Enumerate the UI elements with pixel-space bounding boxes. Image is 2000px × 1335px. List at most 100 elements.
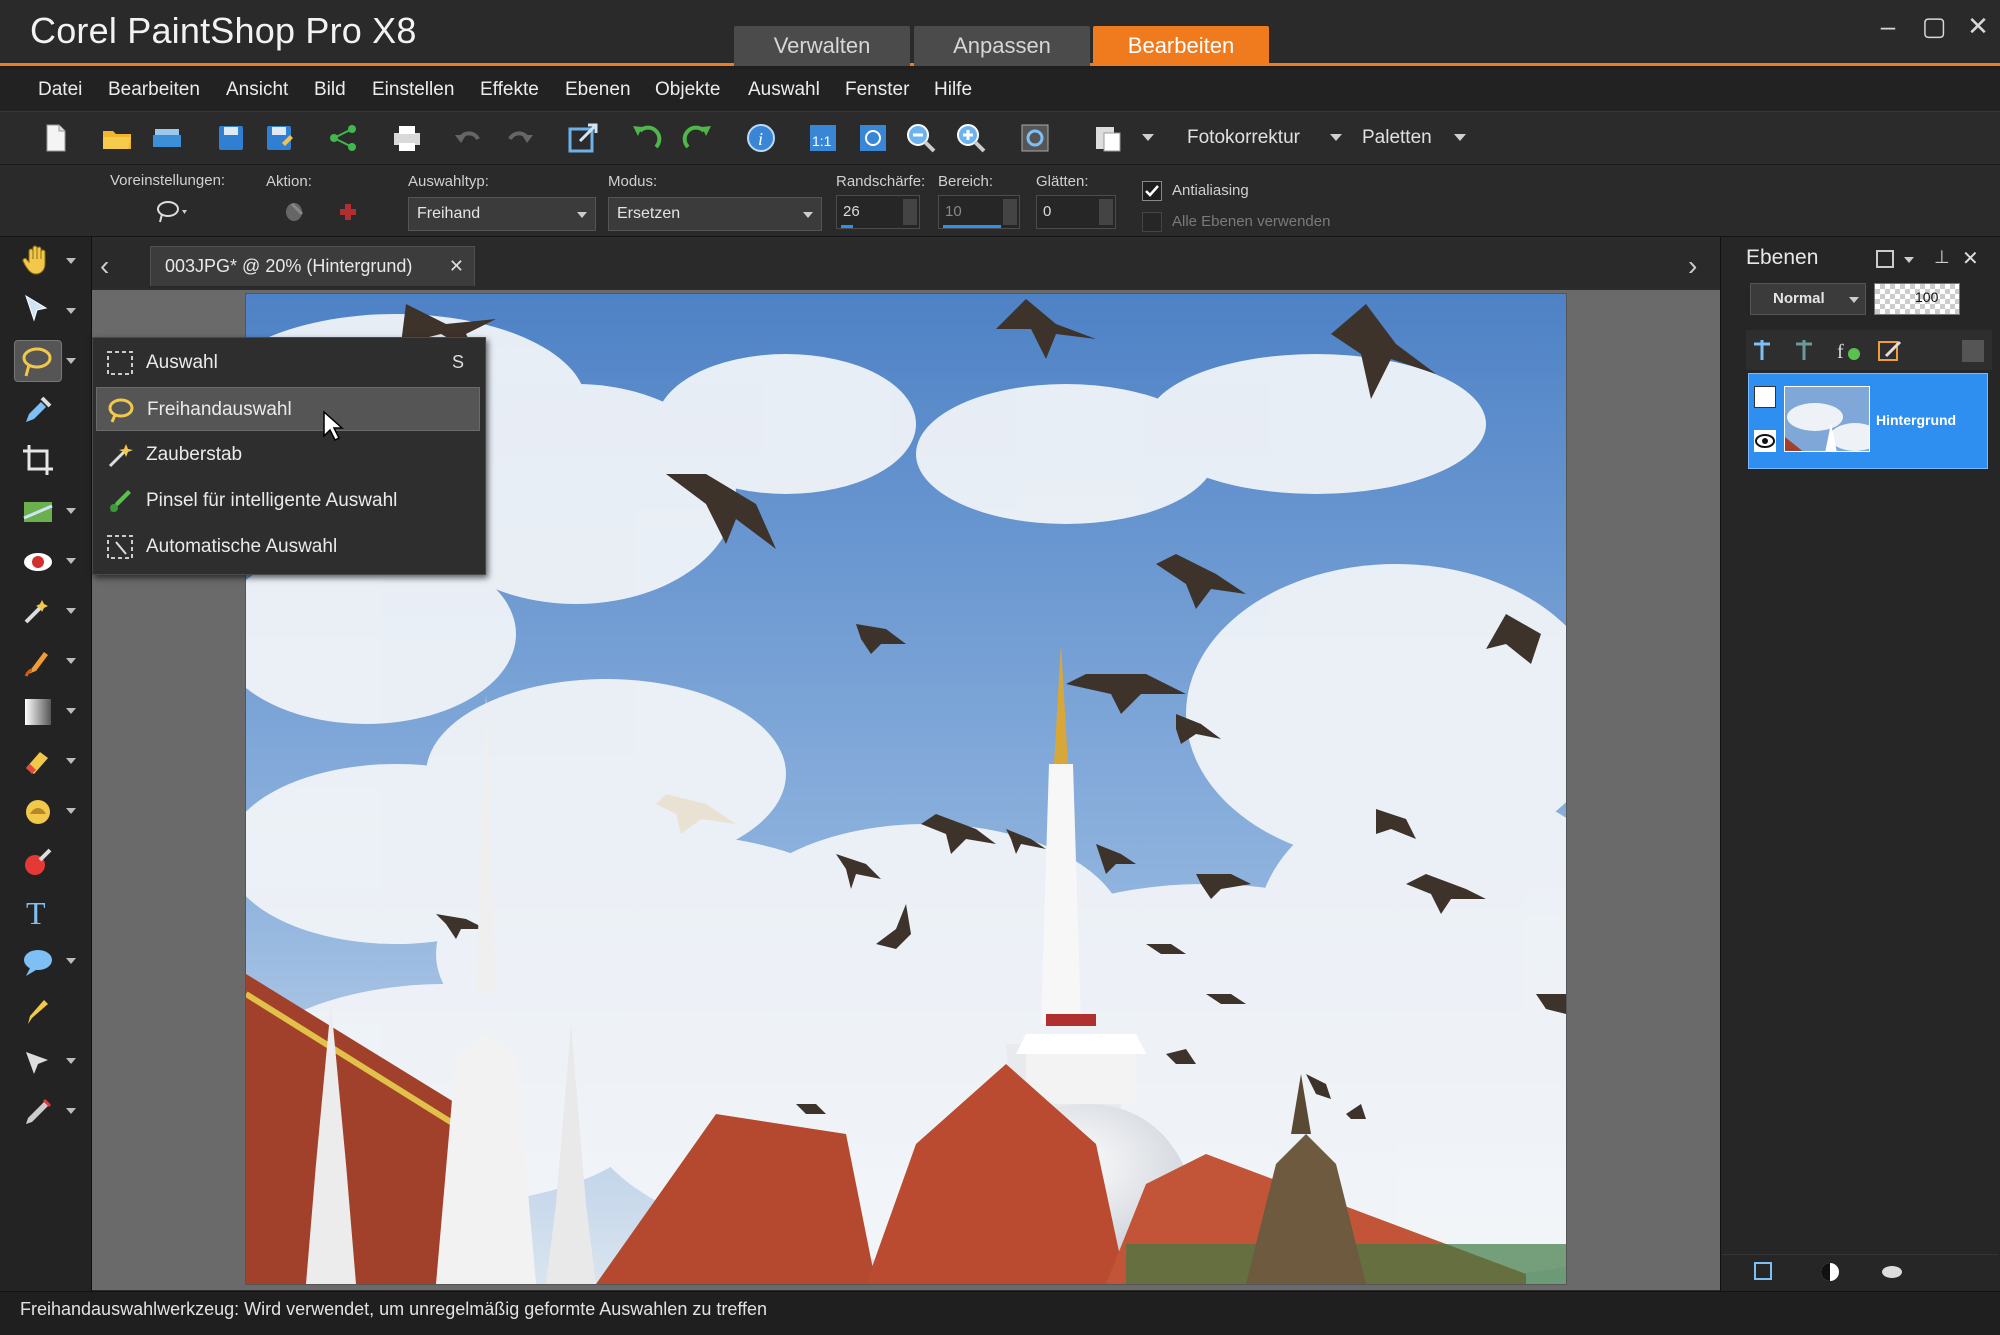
menu-ansicht[interactable]: Ansicht [226, 79, 288, 101]
menu-ebenen[interactable]: Ebenen [565, 79, 631, 101]
close-document-icon[interactable]: ✕ [449, 247, 464, 285]
menu-fenster[interactable]: Fenster [845, 79, 909, 101]
selection-tool-dropdown-icon[interactable] [66, 358, 76, 364]
gradient-tool-dropdown-icon[interactable] [66, 708, 76, 714]
all-layers-checkbox[interactable] [1142, 212, 1162, 232]
mode-dropdown[interactable]: Ersetzen [608, 197, 822, 231]
info-icon[interactable]: i [744, 121, 778, 155]
convert-to-selection-icon[interactable] [282, 198, 310, 226]
crop-tool-icon[interactable] [20, 442, 56, 478]
paste-icon[interactable] [1090, 121, 1124, 155]
print-icon[interactable] [390, 121, 424, 155]
link-layer-icon[interactable] [1880, 1260, 1904, 1284]
warp-brush-tool-icon[interactable] [20, 1044, 56, 1080]
makeover-tool-dropdown-icon[interactable] [66, 608, 76, 614]
menu-objekte[interactable]: Objekte [655, 79, 720, 101]
close-window-button[interactable]: ✕ [1958, 8, 1998, 44]
warp-brush-tool-dropdown-icon[interactable] [66, 1058, 76, 1064]
rotate-left-icon[interactable] [630, 121, 664, 155]
next-document-button[interactable]: › [1688, 250, 1697, 282]
flyout-item-zauberstab[interactable]: Zauberstab [96, 433, 480, 477]
resize-icon[interactable] [566, 121, 600, 155]
pick-tool-dropdown-icon[interactable] [66, 308, 76, 314]
layers-toolbar-more-icon[interactable] [1962, 340, 1984, 362]
pan-tool-dropdown-icon[interactable] [66, 258, 76, 264]
layer-properties-icon[interactable] [1876, 336, 1904, 364]
new-vector-layer-icon[interactable] [1790, 336, 1818, 364]
new-raster-layer-icon[interactable] [1748, 336, 1776, 364]
pan-tool-icon[interactable] [20, 242, 56, 278]
close-panel-icon[interactable]: ✕ [1962, 246, 1979, 271]
fit-window-icon[interactable] [856, 121, 890, 155]
feather-spinner-icon[interactable] [903, 199, 917, 225]
freehand-selection-tool-icon[interactable] [14, 340, 62, 382]
paint-brush-tool-icon[interactable] [20, 644, 56, 680]
previous-document-button[interactable]: ‹ [100, 250, 109, 282]
pick-tool-icon[interactable] [20, 292, 56, 328]
fill-tool-icon[interactable] [20, 794, 56, 830]
gradient-tool-icon[interactable] [20, 694, 56, 730]
menu-hilfe[interactable]: Hilfe [934, 79, 972, 101]
menu-auswahl[interactable]: Auswahl [748, 79, 820, 101]
new-file-icon[interactable] [38, 121, 72, 155]
redo-icon[interactable] [502, 121, 536, 155]
range-spinner-icon[interactable] [1003, 199, 1017, 225]
menu-bearbeiten[interactable]: Bearbeiten [108, 79, 200, 101]
tab-bearbeiten[interactable]: Bearbeiten [1093, 26, 1269, 66]
tab-verwalten[interactable]: Verwalten [734, 26, 910, 66]
overview-icon[interactable] [1018, 121, 1052, 155]
save-icon[interactable] [214, 121, 248, 155]
red-eye-tool-dropdown-icon[interactable] [66, 558, 76, 564]
antialias-checkbox[interactable] [1142, 181, 1162, 201]
pen-tool-icon[interactable] [20, 994, 56, 1030]
minimize-button[interactable]: – [1868, 8, 1908, 44]
flyout-item-smart-brush[interactable]: Pinsel für intelligente Auswahl [96, 479, 480, 523]
fill-tool-dropdown-icon[interactable] [66, 808, 76, 814]
clone-brush-tool-dropdown-icon[interactable] [66, 1108, 76, 1114]
eraser-tool-dropdown-icon[interactable] [66, 758, 76, 764]
menu-datei[interactable]: Datei [38, 79, 82, 101]
red-eye-tool-icon[interactable] [20, 544, 56, 580]
maximize-button[interactable]: ▢ [1914, 8, 1954, 44]
eraser-tool-icon[interactable] [20, 744, 56, 780]
menu-einstellen[interactable]: Einstellen [372, 79, 454, 101]
adjustment-layer-icon[interactable]: f [1834, 336, 1862, 364]
color-changer-tool-icon[interactable] [20, 844, 56, 880]
paint-brush-tool-dropdown-icon[interactable] [66, 658, 76, 664]
shape-tool-dropdown-icon[interactable] [66, 958, 76, 964]
pin-icon[interactable]: ⊥ [1934, 247, 1950, 268]
smooth-spinner-icon[interactable] [1099, 199, 1113, 225]
document-tab[interactable]: 003JPG* @ 20% (Hintergrund) ✕ [150, 246, 475, 286]
mask-contrast-icon[interactable] [1818, 1260, 1842, 1284]
straighten-tool-dropdown-icon[interactable] [66, 508, 76, 514]
menu-bild[interactable]: Bild [314, 79, 346, 101]
cancel-action-icon[interactable] [334, 198, 362, 226]
panel-menu-icon[interactable] [1904, 257, 1914, 263]
dropper-tool-icon[interactable] [20, 392, 56, 428]
flyout-item-auto-selection[interactable]: Automatische Auswahl [96, 525, 480, 569]
paste-dropdown-icon[interactable] [1142, 134, 1154, 141]
paletten-menu[interactable]: Paletten [1362, 127, 1432, 149]
open-folder-icon[interactable] [100, 121, 134, 155]
clone-brush-tool-icon[interactable] [20, 1094, 56, 1130]
presets-lasso-icon[interactable] [154, 198, 194, 228]
flyout-item-auswahl[interactable]: Auswahl S [96, 341, 480, 385]
eye-icon[interactable] [1754, 430, 1776, 452]
straighten-tool-icon[interactable] [20, 494, 56, 530]
share-icon[interactable] [326, 121, 360, 155]
menu-effekte[interactable]: Effekte [480, 79, 539, 101]
shape-tool-icon[interactable] [20, 944, 56, 980]
text-tool-icon[interactable]: T [20, 894, 56, 931]
fotokorrektur-menu[interactable]: Fotokorrektur [1187, 127, 1300, 149]
blend-mode-dropdown[interactable]: Normal [1750, 283, 1866, 315]
tab-anpassen[interactable]: Anpassen [914, 26, 1090, 66]
zoom-out-icon[interactable] [904, 121, 938, 155]
paletten-dropdown-icon[interactable] [1454, 134, 1466, 141]
selection-type-dropdown[interactable]: Freihand [408, 197, 596, 231]
scan-icon[interactable] [150, 121, 184, 155]
zoom-in-icon[interactable] [954, 121, 988, 155]
save-as-icon[interactable] [262, 121, 296, 155]
opacity-field[interactable]: 100 [1874, 283, 1960, 315]
fotokorrektur-dropdown-icon[interactable] [1330, 134, 1342, 141]
panel-float-icon[interactable] [1876, 250, 1894, 268]
